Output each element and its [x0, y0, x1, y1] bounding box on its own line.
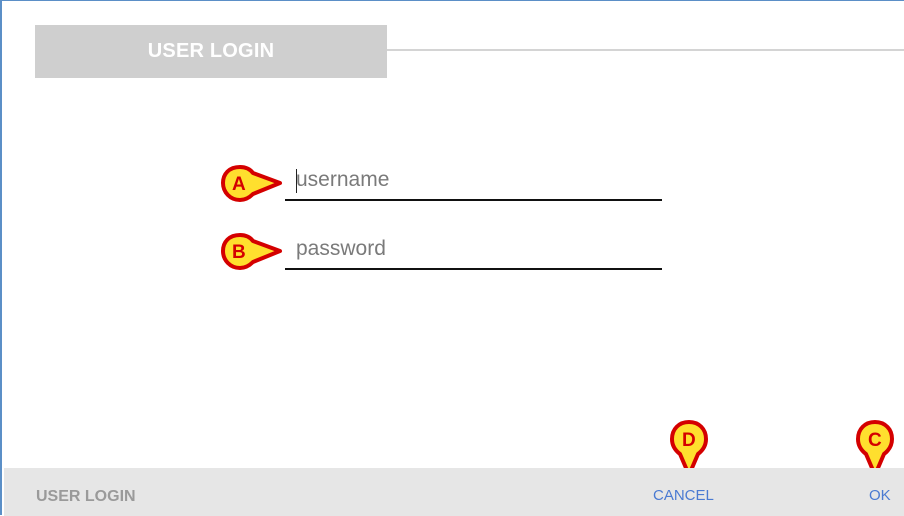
- header-divider: [387, 49, 904, 51]
- text-caret: [296, 169, 297, 193]
- callout-b-marker: B: [220, 232, 284, 272]
- cancel-button[interactable]: CANCEL: [653, 482, 714, 510]
- password-field[interactable]: [285, 234, 662, 270]
- footer-title: USER LOGIN: [36, 488, 136, 505]
- callout-d-label: D: [682, 430, 696, 451]
- login-dialog: USER LOGIN A B D C USER LOGIN CANCEL OK: [0, 0, 904, 516]
- dialog-footer: [4, 468, 904, 516]
- callout-b-label: B: [232, 242, 246, 263]
- callout-a-label: A: [232, 174, 246, 195]
- dialog-title: USER LOGIN: [147, 40, 275, 62]
- callout-c-label: C: [868, 430, 882, 451]
- username-field[interactable]: [285, 165, 662, 201]
- ok-button[interactable]: OK: [869, 482, 891, 510]
- dialog-title-tab: USER LOGIN: [35, 25, 387, 78]
- callout-a-marker: A: [220, 164, 284, 204]
